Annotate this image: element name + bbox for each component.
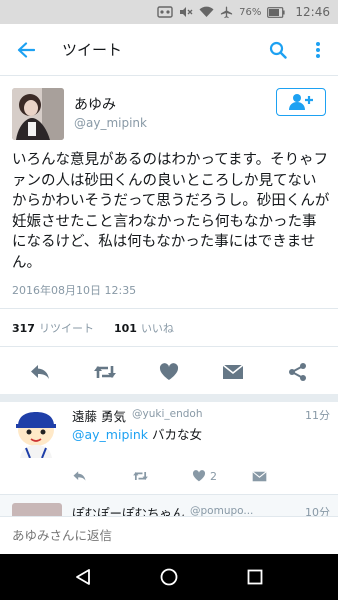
triangle-back-icon [76,569,90,585]
reply-like-button[interactable]: 2 [192,470,252,483]
retweet-count[interactable]: 317 [12,322,35,335]
battery-icon [267,6,286,18]
tweet-header: あゆみ @ay_mipink [12,88,326,140]
retweet-icon [133,472,148,480]
divider [0,346,338,347]
nav-recents-button[interactable] [235,557,275,597]
back-button[interactable] [0,24,52,76]
battery-percent: 76% [239,6,262,18]
reply2-time: 10分 [305,506,330,516]
retweet-button[interactable] [87,354,123,390]
reply-icon [31,365,50,379]
reply2-author-name[interactable]: ぽむぽーぽむちゃん [72,503,185,516]
page-title: ツイート [62,41,123,59]
like-count[interactable]: 101 [114,322,137,335]
mute-icon [180,7,193,17]
author-avatar[interactable] [12,88,64,140]
author-name[interactable]: あゆみ [74,94,116,114]
reply-compose-bar [0,516,338,554]
reply-body: バカな女 [148,427,203,442]
reply-avatar[interactable] [12,408,62,458]
reply-like-count: 2 [210,469,217,483]
tweet-text: いろんな意見があるのはわかってます。そりゃファンの人は砂田くんの良いところしか見… [12,152,330,271]
status-bar: 76% 12:46 [0,0,338,24]
tweet-timestamp: 2016年08月10日 12:35 [12,284,137,297]
tweet-actions [0,350,338,394]
nav-home-button[interactable] [149,557,189,597]
author-handle[interactable]: @ay_mipink [74,116,147,130]
wifi-icon [199,6,214,18]
square-recents-icon [247,569,263,585]
add-user-icon [289,94,313,110]
app-bar: ツイート [0,24,338,76]
back-arrow-icon [17,41,35,58]
reply-mention[interactable]: @ay_mipink [72,427,148,442]
reply2-avatar[interactable] [12,503,62,516]
reply-button[interactable] [22,354,58,390]
reply2-author-handle[interactable]: @pomupo... [190,505,253,516]
reply-tweet[interactable]: 遠藤 勇気 @yuki_endoh 11分 @ay_mipink バカな女 2 [0,402,338,494]
divider [0,308,338,309]
reply-text: @ay_mipink バカな女 [72,424,202,443]
status-time: 12:46 [295,5,330,19]
envelope-icon [252,470,267,481]
share-button[interactable] [280,354,316,390]
circle-home-icon [160,568,178,586]
airplane-icon [221,5,233,18]
share-icon [288,363,306,381]
more-vertical-icon [316,41,320,58]
heart-icon [159,363,179,380]
reply-input[interactable] [12,528,312,543]
avatar-image [12,408,62,458]
cassette-icon [157,6,173,18]
retweet-icon [93,366,116,378]
follow-button[interactable] [276,88,326,116]
nav-back-button[interactable] [63,557,103,597]
reply-retweet-button[interactable] [132,470,192,482]
reply-message-button[interactable] [252,470,312,482]
retweet-label[interactable]: リツイート [39,320,94,336]
reply-tweet-partial[interactable]: ぽむぽーぽむちゃん @pomupo... 10分 [0,494,338,516]
direct-message-button[interactable] [215,354,251,390]
reply-author-name[interactable]: 遠藤 勇気 [72,406,126,425]
tweet-stats: 317 リツイート 101 いいね [12,320,174,336]
heart-icon [192,470,206,482]
like-button[interactable] [151,354,187,390]
reply-author-handle[interactable]: @yuki_endoh [132,408,202,420]
section-separator [0,394,338,402]
system-nav-bar [0,554,338,600]
search-icon [269,41,287,59]
reply-icon [73,471,86,481]
reply-actions: 2 [72,466,312,486]
reply-reply-button[interactable] [72,470,132,482]
reply-time: 11分 [305,409,330,422]
avatar-image [12,88,64,140]
overflow-menu-button[interactable] [298,24,338,76]
envelope-icon [222,364,244,379]
like-label[interactable]: いいね [141,320,174,336]
search-button[interactable] [258,24,298,76]
